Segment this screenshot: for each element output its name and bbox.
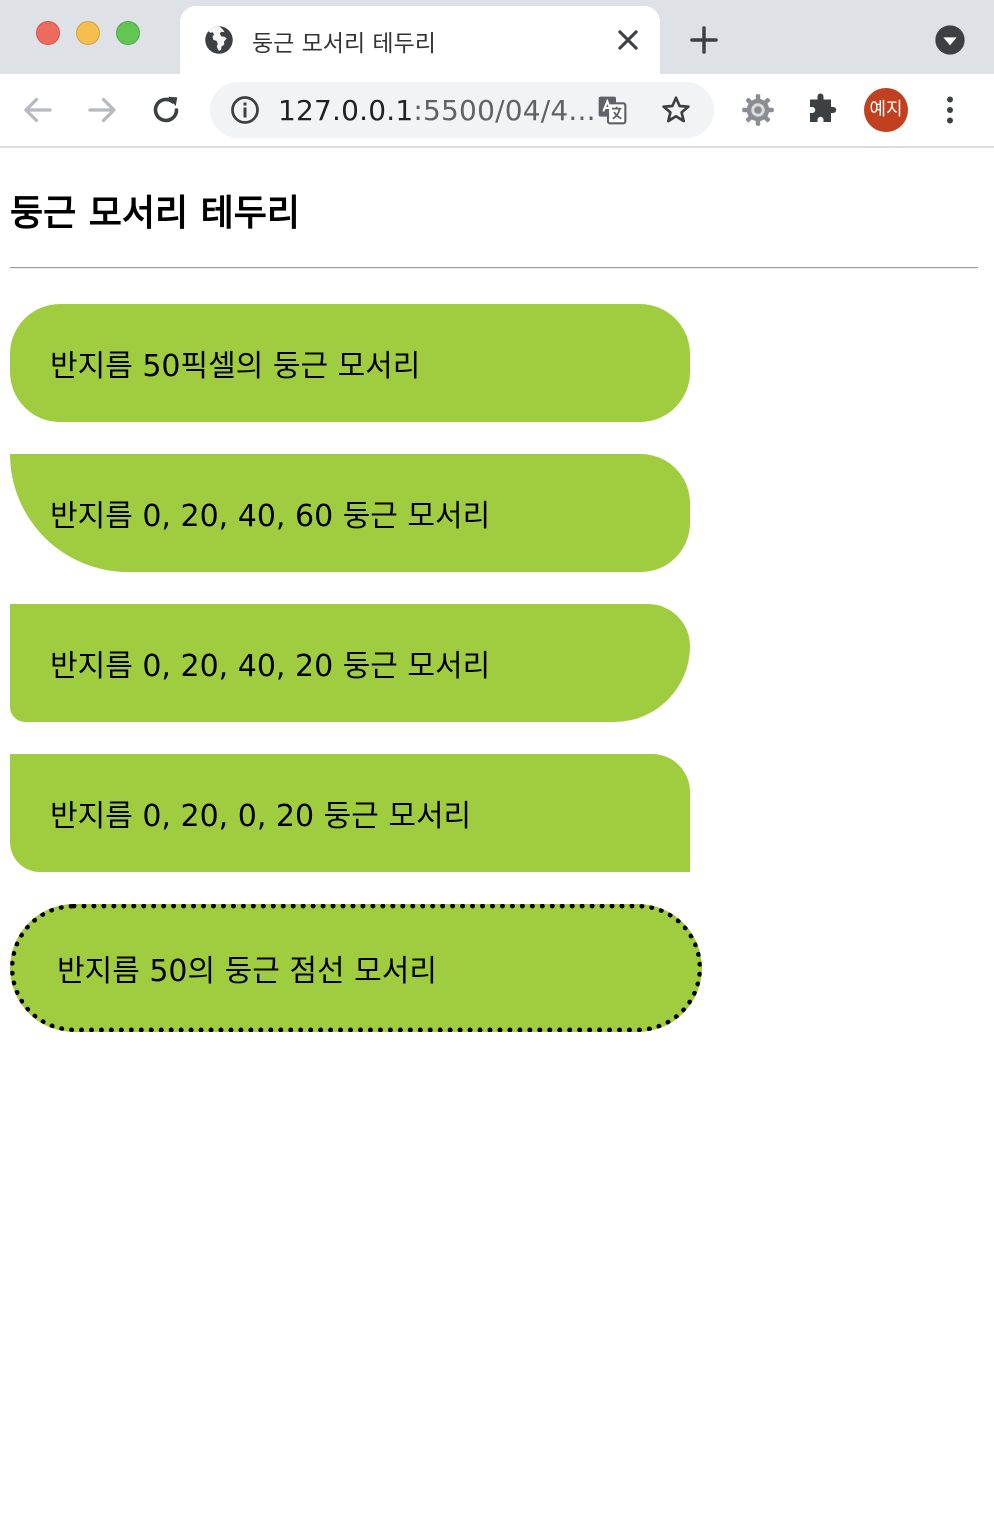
box-label: 반지름 0, 20, 0, 20 둥근 모서리 [50, 799, 472, 834]
rounded-box-0-20-40-60: 반지름 0, 20, 40, 60 둥근 모서리 [10, 454, 690, 572]
dotted-rounded-box: 반지름 50의 둥근 점선 모서리 [10, 904, 702, 1032]
more-vert-icon[interactable] [932, 92, 968, 128]
translate-icon[interactable] [596, 94, 628, 126]
tab-strip: 둥근 모서리 테두리 [0, 0, 994, 74]
star-icon[interactable] [660, 94, 692, 126]
close-icon[interactable] [614, 26, 642, 54]
box-label: 반지름 0, 20, 40, 20 둥근 모서리 [50, 649, 491, 684]
box-label: 반지름 0, 20, 40, 60 둥근 모서리 [50, 499, 491, 534]
page-heading: 둥근 모서리 테두리 [10, 193, 301, 234]
active-tab[interactable]: 둥근 모서리 테두리 [180, 6, 660, 74]
back-arrow-icon[interactable] [20, 92, 56, 128]
tab-search-icon[interactable] [934, 24, 966, 56]
rounded-box-0-20-40-20: 반지름 0, 20, 40, 20 둥근 모서리 [10, 604, 690, 722]
minimize-window-button[interactable] [76, 21, 100, 45]
rounded-box-50: 반지름 50픽셀의 둥근 모서리 [10, 304, 690, 422]
tab-title: 둥근 모서리 테두리 [252, 31, 436, 57]
forward-arrow-icon[interactable] [84, 92, 120, 128]
info-icon[interactable] [230, 95, 260, 125]
maximize-window-button[interactable] [116, 21, 140, 45]
horizontal-rule [10, 267, 978, 269]
box-label: 반지름 50의 둥근 점선 모서리 [57, 954, 437, 989]
reload-icon[interactable] [148, 92, 184, 128]
rounded-box-0-20-0-20: 반지름 0, 20, 0, 20 둥근 모서리 [10, 754, 690, 872]
profile-avatar[interactable]: 예지 [864, 88, 908, 132]
url-text[interactable]: 127.0.0.1:5500/04/4... [278, 94, 596, 127]
address-bar[interactable]: 127.0.0.1:5500/04/4... [210, 82, 714, 138]
gear-icon[interactable] [740, 92, 776, 128]
box-label: 반지름 50픽셀의 둥근 모서리 [50, 349, 421, 384]
close-window-button[interactable] [36, 21, 60, 45]
browser-toolbar: 127.0.0.1:5500/04/4... 예지 [0, 74, 994, 148]
plus-icon[interactable] [688, 24, 720, 56]
puzzle-icon[interactable] [804, 92, 840, 128]
page-content: 둥근 모서리 테두리 반지름 50픽셀의 둥근 모서리 반지름 0, 20, 4… [0, 148, 994, 1516]
globe-icon [205, 26, 233, 54]
